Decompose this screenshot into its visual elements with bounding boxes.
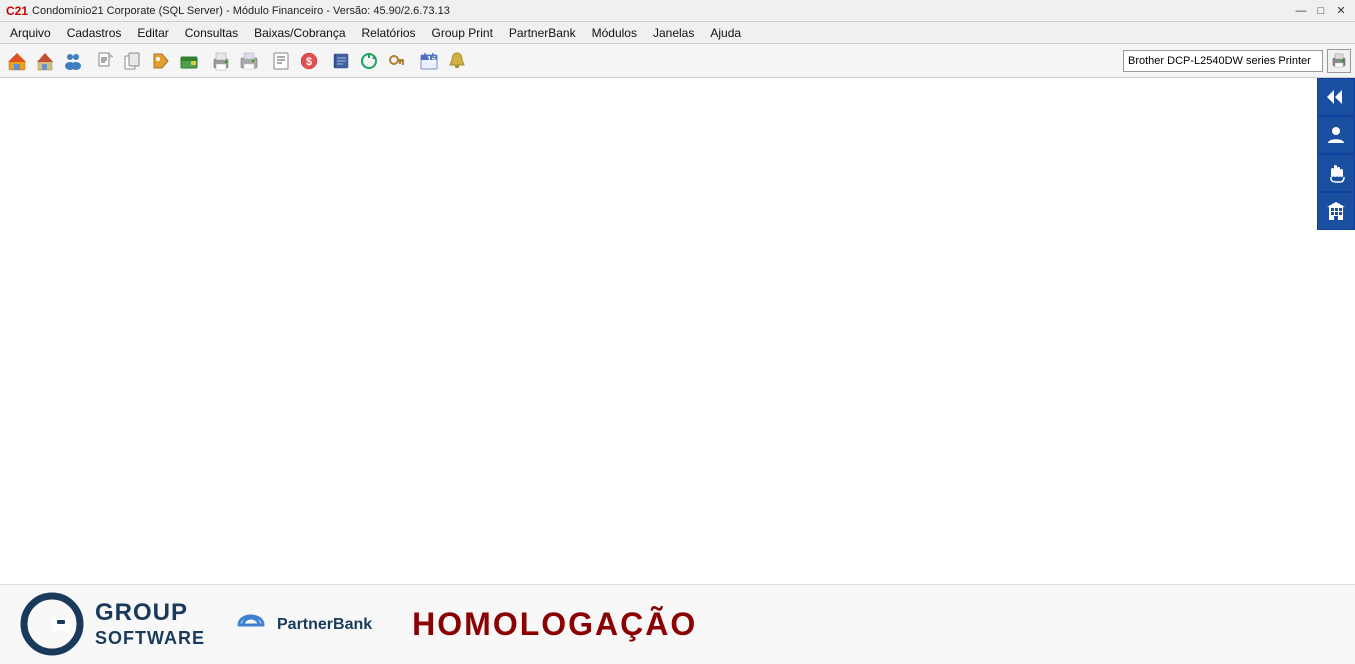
- refresh-icon-btn[interactable]: [356, 48, 382, 74]
- svg-text:$: $: [306, 56, 312, 68]
- printer2-icon-btn[interactable]: [236, 48, 262, 74]
- printer-selector[interactable]: [1123, 50, 1323, 72]
- toolbar-right: [1123, 49, 1351, 73]
- right-panel: [1317, 78, 1355, 230]
- tag-icon-btn[interactable]: [148, 48, 174, 74]
- key-icon-btn[interactable]: [384, 48, 410, 74]
- print-action-btn[interactable]: [1327, 49, 1351, 73]
- group-software-label: SOFTWARE: [95, 628, 205, 650]
- group-text: GROUP SOFTWARE: [95, 599, 205, 649]
- title-text: Condomínio21 Corporate (SQL Server) - Mó…: [32, 5, 450, 17]
- back-nav-button[interactable]: [1317, 78, 1355, 116]
- menu-bar: Arquivo Cadastros Editar Consultas Baixa…: [0, 22, 1355, 44]
- menu-janelas[interactable]: Janelas: [645, 22, 702, 43]
- print-icon-btn[interactable]: [208, 48, 234, 74]
- main-content: [0, 78, 1355, 664]
- app-icon: C21: [6, 4, 28, 18]
- home-icon-btn[interactable]: [4, 48, 30, 74]
- book-icon-btn[interactable]: [328, 48, 354, 74]
- partnerbank-logo: PartnerBank: [235, 613, 372, 637]
- title-bar-left: C21 Condomínio21 Corporate (SQL Server) …: [6, 4, 450, 18]
- menu-partnerbank[interactable]: PartnerBank: [501, 22, 584, 43]
- document-icon-btn[interactable]: [92, 48, 118, 74]
- person-action-button[interactable]: [1317, 116, 1355, 154]
- memo-icon-btn[interactable]: [268, 48, 294, 74]
- calendar-icon-btn[interactable]: 15: [416, 48, 442, 74]
- menu-ajuda[interactable]: Ajuda: [702, 22, 749, 43]
- menu-editar[interactable]: Editar: [129, 22, 176, 43]
- menu-baixas-cobranca[interactable]: Baixas/Cobrança: [246, 22, 353, 43]
- title-bar-controls[interactable]: — □ ✕: [1293, 3, 1349, 19]
- menu-consultas[interactable]: Consultas: [177, 22, 246, 43]
- svg-text:15: 15: [427, 55, 436, 64]
- menu-group-print[interactable]: Group Print: [424, 22, 501, 43]
- house-icon-btn[interactable]: [32, 48, 58, 74]
- homologacao-label: HOMOLOGAÇÃO: [412, 606, 697, 643]
- dollar-icon-btn[interactable]: $: [296, 48, 322, 74]
- partnerbank-label: PartnerBank: [277, 616, 372, 634]
- wallet-icon-btn[interactable]: [176, 48, 202, 74]
- building-action-button[interactable]: [1317, 192, 1355, 230]
- group-logo-icon: [20, 592, 85, 657]
- copy-icon-btn[interactable]: [120, 48, 146, 74]
- bottom-logo-area: GROUP SOFTWARE PartnerBank HOMOLOGAÇÃO: [0, 584, 1355, 664]
- group-software-logo: GROUP SOFTWARE: [20, 592, 205, 657]
- partnerbank-icon: [235, 613, 271, 637]
- menu-relatorios[interactable]: Relatórios: [354, 22, 424, 43]
- menu-modulos[interactable]: Módulos: [584, 22, 645, 43]
- people-icon-btn[interactable]: [60, 48, 86, 74]
- toolbar: $ 15: [0, 44, 1355, 78]
- alert-icon-btn[interactable]: [444, 48, 470, 74]
- menu-cadastros[interactable]: Cadastros: [59, 22, 130, 43]
- menu-arquivo[interactable]: Arquivo: [2, 22, 59, 43]
- minimize-button[interactable]: —: [1293, 3, 1309, 19]
- close-button[interactable]: ✕: [1333, 3, 1349, 19]
- maximize-button[interactable]: □: [1313, 3, 1329, 19]
- title-bar: C21 Condomínio21 Corporate (SQL Server) …: [0, 0, 1355, 22]
- hand-action-button[interactable]: [1317, 154, 1355, 192]
- group-name-label: GROUP: [95, 599, 205, 628]
